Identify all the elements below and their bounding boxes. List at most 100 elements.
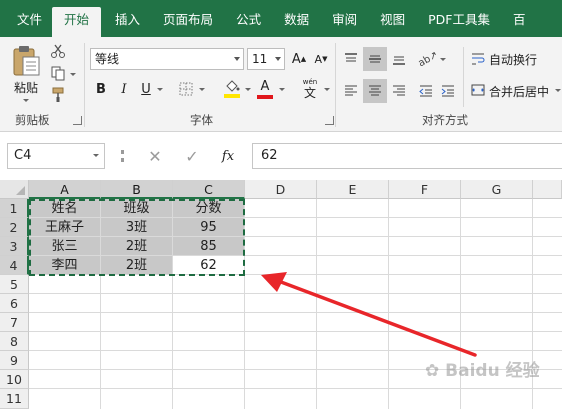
merge-center-icon[interactable] bbox=[469, 81, 487, 99]
paste-button[interactable]: 粘贴 bbox=[8, 43, 44, 103]
select-all-button[interactable] bbox=[0, 180, 29, 199]
ribbon-divider bbox=[463, 47, 464, 107]
merge-center-button[interactable]: 合并后居中 bbox=[489, 83, 549, 100]
cell-b1[interactable]: 班级 bbox=[101, 199, 173, 218]
formula-bar: C4 ✕ ✓ fx 62 bbox=[0, 132, 562, 180]
cell-a4[interactable]: 李四 bbox=[29, 256, 101, 275]
paste-label: 粘贴 bbox=[13, 80, 38, 95]
row-header-1[interactable]: 1 bbox=[0, 199, 29, 218]
fill-color-dropdown-icon[interactable] bbox=[245, 88, 251, 91]
cell-c4-active[interactable]: 62 bbox=[173, 256, 245, 275]
cell-b3[interactable]: 2班 bbox=[101, 237, 173, 256]
formula-bar-grip[interactable] bbox=[121, 150, 124, 162]
tab-formulas[interactable]: 公式 bbox=[227, 7, 270, 37]
borders-icon[interactable] bbox=[177, 80, 195, 98]
column-header-a[interactable]: A bbox=[29, 180, 101, 199]
italic-icon[interactable]: I bbox=[116, 80, 132, 98]
alignment-group-label: 对齐方式 bbox=[422, 113, 468, 127]
font-launcher-icon[interactable] bbox=[325, 116, 334, 125]
column-header-partial[interactable] bbox=[533, 180, 562, 199]
cell-c2[interactable]: 95 bbox=[173, 218, 245, 237]
tab-home[interactable]: 开始 bbox=[52, 7, 102, 37]
row-header-3[interactable]: 3 bbox=[0, 237, 29, 256]
tab-insert[interactable]: 插入 bbox=[106, 7, 149, 37]
format-painter-icon[interactable] bbox=[48, 85, 68, 105]
tab-more[interactable]: 百 bbox=[504, 7, 526, 37]
phonetic-guide-icon[interactable]: wén 文 bbox=[300, 77, 320, 101]
increase-font-size-icon[interactable]: A ▲ bbox=[290, 49, 308, 69]
align-left-icon[interactable] bbox=[341, 80, 361, 102]
align-middle-icon[interactable] bbox=[363, 47, 387, 71]
row-header-7[interactable]: 7 bbox=[0, 313, 29, 332]
wrap-text-button[interactable]: 自动换行 bbox=[489, 51, 537, 68]
font-color-dropdown-icon[interactable] bbox=[279, 88, 285, 91]
phonetic-dropdown-icon[interactable] bbox=[324, 88, 330, 91]
cell-a3[interactable]: 张三 bbox=[29, 237, 101, 256]
cancel-icon[interactable]: ✕ bbox=[145, 145, 165, 167]
insert-function-button[interactable]: fx bbox=[218, 145, 238, 167]
row-header-8[interactable]: 8 bbox=[0, 332, 29, 351]
column-header-g[interactable]: G bbox=[461, 180, 533, 199]
row-header-4[interactable]: 4 bbox=[0, 256, 29, 275]
underline-icon[interactable]: U bbox=[138, 80, 154, 98]
font-name-value: 等线 bbox=[95, 52, 120, 66]
font-size-combo[interactable]: 11 bbox=[247, 48, 285, 70]
row-header-10[interactable]: 10 bbox=[0, 370, 29, 389]
align-right-icon[interactable] bbox=[389, 80, 409, 102]
wrap-text-icon[interactable] bbox=[469, 50, 487, 68]
tab-file[interactable]: 文件 bbox=[8, 7, 51, 37]
increase-indent-icon[interactable] bbox=[438, 80, 458, 102]
merge-center-dropdown-icon[interactable] bbox=[555, 89, 561, 92]
tab-review[interactable]: 审阅 bbox=[323, 7, 366, 37]
borders-dropdown-icon[interactable] bbox=[199, 88, 205, 91]
ribbon-home: 粘贴 剪贴板 等线 11 A ▲ A ▼ B I U A wén 文 字体 ab… bbox=[0, 37, 562, 132]
copy-icon[interactable] bbox=[48, 63, 68, 83]
decrease-font-size-icon[interactable]: A ▼ bbox=[312, 49, 330, 69]
font-size-value: 11 bbox=[252, 52, 268, 66]
align-bottom-icon[interactable] bbox=[389, 48, 409, 70]
tab-page-layout[interactable]: 页面布局 bbox=[154, 7, 222, 37]
cell-a1[interactable]: 姓名 bbox=[29, 199, 101, 218]
name-box[interactable]: C4 bbox=[7, 143, 105, 169]
orientation-icon[interactable]: ab↗ bbox=[414, 44, 442, 73]
watermark-text: Baidu 经验 bbox=[445, 361, 540, 381]
font-name-combo[interactable]: 等线 bbox=[90, 48, 244, 70]
ribbon-divider bbox=[335, 43, 336, 127]
underline-dropdown-icon[interactable] bbox=[157, 88, 163, 91]
column-header-d[interactable]: D bbox=[245, 180, 317, 199]
tab-pdf-tools[interactable]: PDF工具集 bbox=[419, 7, 499, 37]
bold-icon[interactable]: B bbox=[93, 80, 109, 98]
column-header-f[interactable]: F bbox=[389, 180, 461, 199]
worksheet-grid: A B C D E F G 1 2 3 4 5 6 7 8 9 10 11 姓名… bbox=[0, 180, 562, 409]
chevron-down-icon bbox=[93, 154, 99, 157]
row-header-5[interactable]: 5 bbox=[0, 275, 29, 294]
cell-a2[interactable]: 王麻子 bbox=[29, 218, 101, 237]
cut-icon[interactable] bbox=[48, 41, 68, 61]
baidu-watermark: ✿ Baidu 经验 bbox=[425, 356, 540, 381]
decrease-indent-icon[interactable] bbox=[416, 80, 436, 102]
row-header-11[interactable]: 11 bbox=[0, 389, 29, 409]
column-header-c[interactable]: C bbox=[173, 180, 245, 199]
enter-check-icon[interactable]: ✓ bbox=[182, 145, 202, 167]
tab-data[interactable]: 数据 bbox=[275, 7, 318, 37]
formula-value: 62 bbox=[261, 148, 278, 163]
orientation-dropdown-icon[interactable] bbox=[440, 58, 446, 61]
cell-c3[interactable]: 85 bbox=[173, 237, 245, 256]
align-top-icon[interactable] bbox=[341, 48, 361, 70]
clipboard-launcher-icon[interactable] bbox=[73, 116, 82, 125]
column-header-e[interactable]: E bbox=[317, 180, 389, 199]
copy-dropdown-icon[interactable] bbox=[70, 73, 76, 76]
formula-input[interactable]: 62 bbox=[252, 143, 562, 169]
fill-color-icon[interactable] bbox=[222, 78, 242, 100]
align-center-icon[interactable] bbox=[363, 79, 387, 103]
row-header-2[interactable]: 2 bbox=[0, 218, 29, 237]
tab-view[interactable]: 视图 bbox=[371, 7, 414, 37]
ribbon-divider bbox=[84, 43, 85, 127]
row-header-6[interactable]: 6 bbox=[0, 294, 29, 313]
cell-b2[interactable]: 3班 bbox=[101, 218, 173, 237]
cell-b4[interactable]: 2班 bbox=[101, 256, 173, 275]
font-color-icon[interactable]: A bbox=[256, 78, 274, 100]
cell-c1[interactable]: 分数 bbox=[173, 199, 245, 218]
column-header-b[interactable]: B bbox=[101, 180, 173, 199]
row-header-9[interactable]: 9 bbox=[0, 351, 29, 370]
